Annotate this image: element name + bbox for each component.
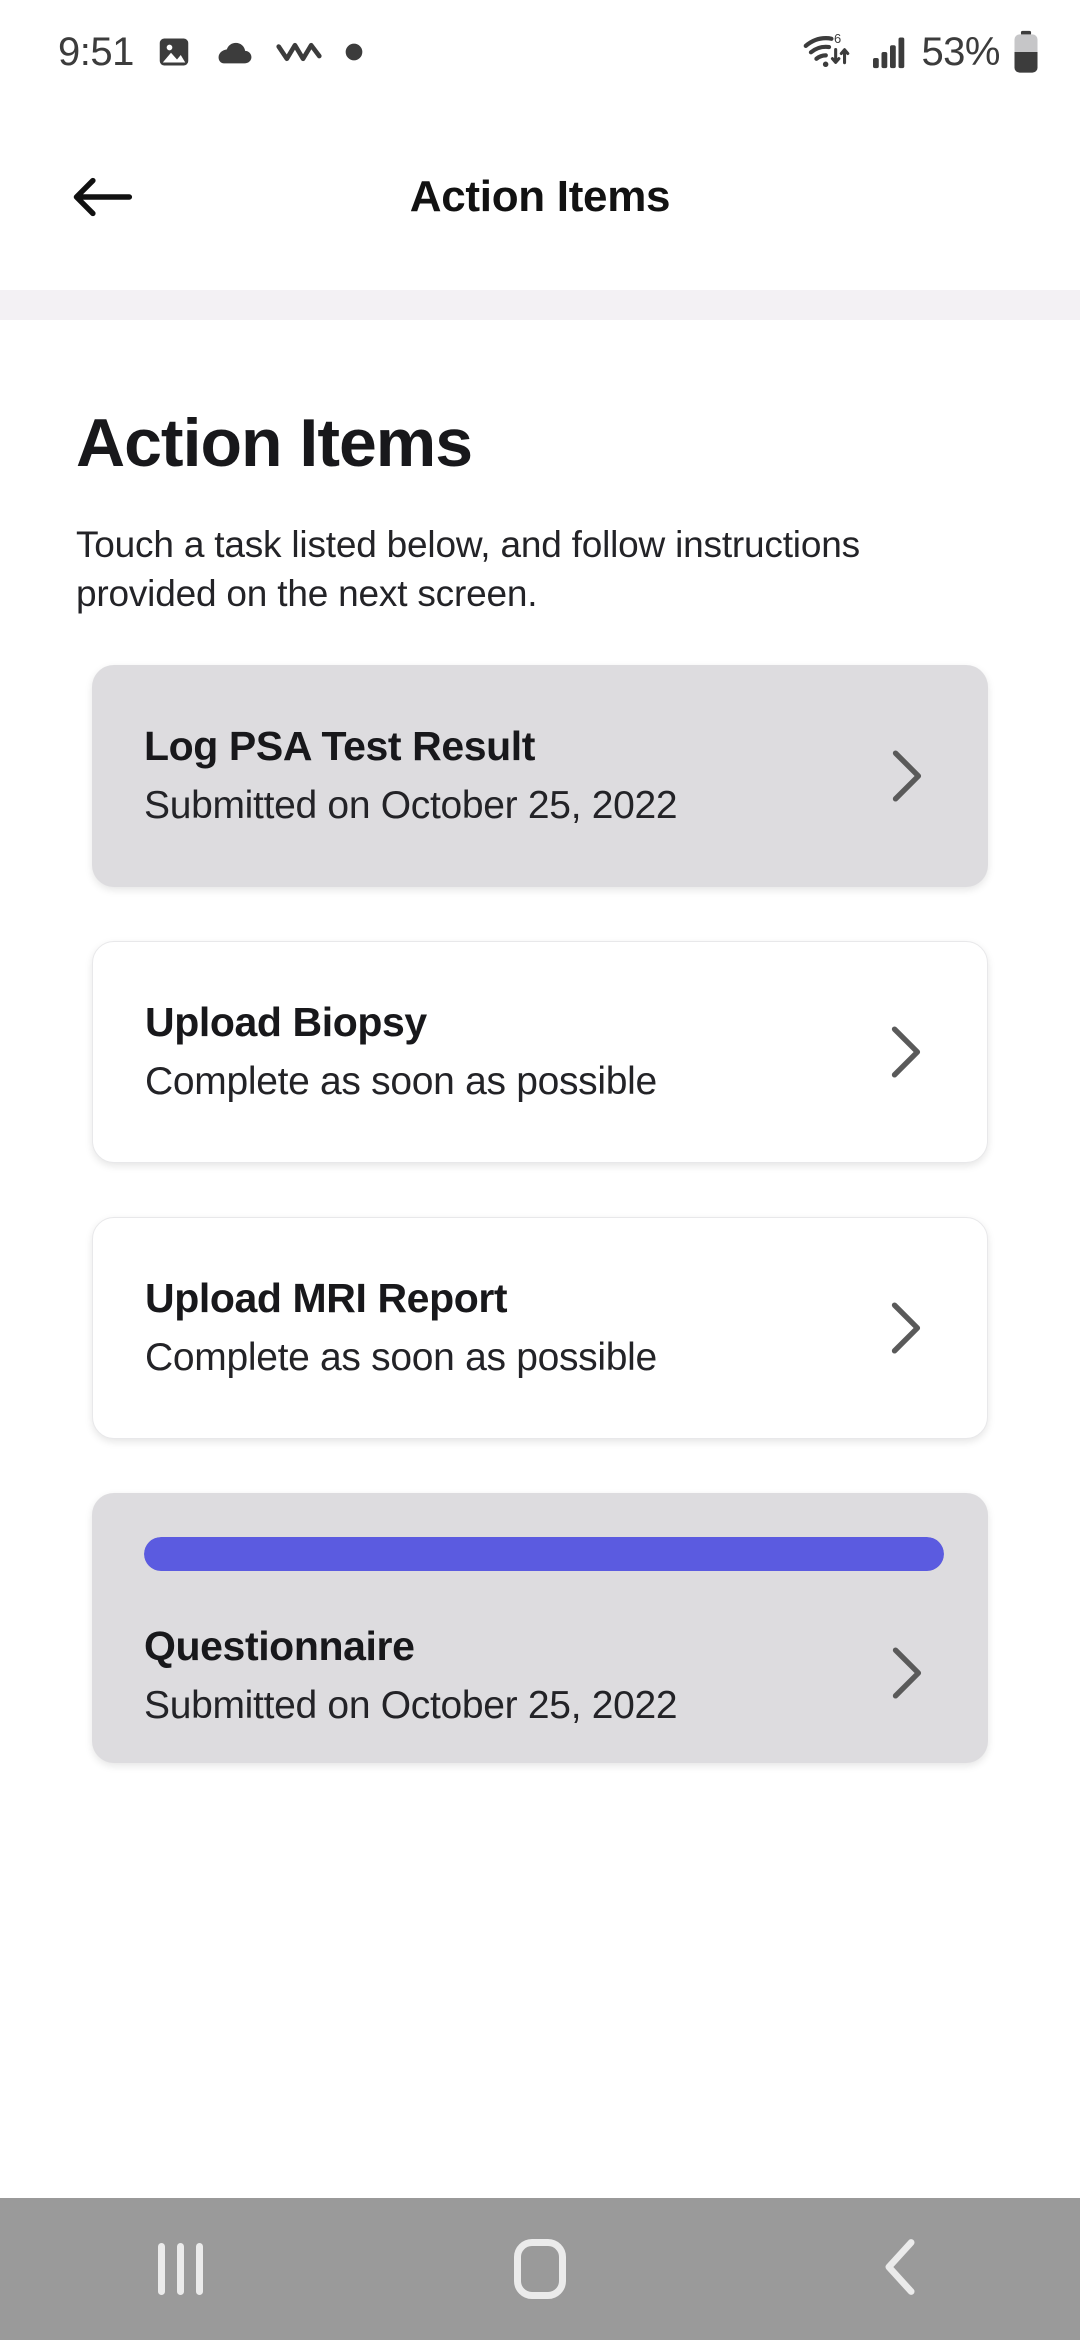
status-bar-left: 9:51 [58, 30, 364, 75]
task-card-text: Upload MRI Report Complete as soon as po… [145, 1275, 935, 1381]
task-list: Log PSA Test Result Submitted on October… [0, 665, 1080, 1764]
chevron-right-icon[interactable] [885, 1300, 929, 1356]
chevron-right-icon[interactable] [886, 1645, 930, 1701]
task-title: Log PSA Test Result [144, 723, 536, 770]
task-card-questionnaire[interactable]: Questionnaire Submitted on October 25, 2… [92, 1493, 988, 1764]
app-bar-title: Action Items [409, 172, 671, 221]
phone-screen: 9:51 6 53% Action Items Action Items Tou… [0, 0, 1080, 2340]
status-bar-clock: 9:51 [58, 29, 134, 74]
task-status: Submitted on October 25, 2022 [144, 784, 678, 828]
task-card-upload-biopsy[interactable]: Upload Biopsy Complete as soon as possib… [92, 941, 988, 1164]
task-title: Upload MRI Report [145, 1275, 508, 1322]
page-subtitle: Touch a task listed below, and follow in… [76, 524, 860, 615]
task-card-text: Questionnaire Submitted on October 25, 2… [144, 1623, 936, 1729]
battery-percent-label: 53% [921, 29, 1000, 74]
page-content: Action Items Touch a task listed below, … [0, 320, 1080, 1817]
dot-icon [344, 42, 364, 62]
task-title: Upload Biopsy [145, 999, 427, 1046]
app-bar: Action Items [0, 104, 1080, 290]
task-status: Submitted on October 25, 2022 [144, 1684, 678, 1728]
home-icon [514, 2239, 566, 2299]
zigzag-activity-icon [276, 39, 322, 65]
app-bar-divider [0, 290, 1080, 320]
questionnaire-progress-bar [144, 1537, 944, 1572]
wifi-6-icon: 6 [801, 31, 859, 73]
nav-back-button[interactable] [720, 2198, 1080, 2340]
svg-text:6: 6 [834, 31, 841, 46]
task-card-row: Questionnaire Submitted on October 25, 2… [144, 1623, 936, 1729]
chevron-right-icon[interactable] [885, 1024, 929, 1080]
nav-home-button[interactable] [360, 2198, 720, 2340]
task-status: Complete as soon as possible [145, 1060, 657, 1104]
task-status: Complete as soon as possible [145, 1336, 657, 1380]
cloud-icon [214, 37, 254, 67]
status-bar: 9:51 6 53% [0, 0, 1080, 104]
task-title: Questionnaire [144, 1623, 415, 1670]
page-title: Action Items [76, 405, 473, 481]
chevron-right-icon[interactable] [886, 748, 930, 804]
battery-icon [1012, 30, 1040, 74]
nav-recents-button[interactable] [0, 2198, 360, 2340]
status-bar-right: 6 53% [801, 30, 1040, 75]
task-card-upload-mri-report[interactable]: Upload MRI Report Complete as soon as po… [92, 1217, 988, 1440]
photo-icon [156, 34, 192, 70]
android-navigation-bar [0, 2198, 1080, 2340]
back-chevron-icon [882, 2238, 918, 2301]
task-card-log-psa-test-result[interactable]: Log PSA Test Result Submitted on October… [92, 665, 988, 888]
recents-icon [157, 2243, 203, 2295]
task-card-text: Log PSA Test Result Submitted on October… [144, 723, 936, 829]
questionnaire-progress-fill [144, 1537, 944, 1572]
task-card-text: Upload Biopsy Complete as soon as possib… [145, 999, 935, 1105]
cellular-signal-icon [871, 35, 909, 69]
back-arrow-icon[interactable] [62, 157, 142, 237]
